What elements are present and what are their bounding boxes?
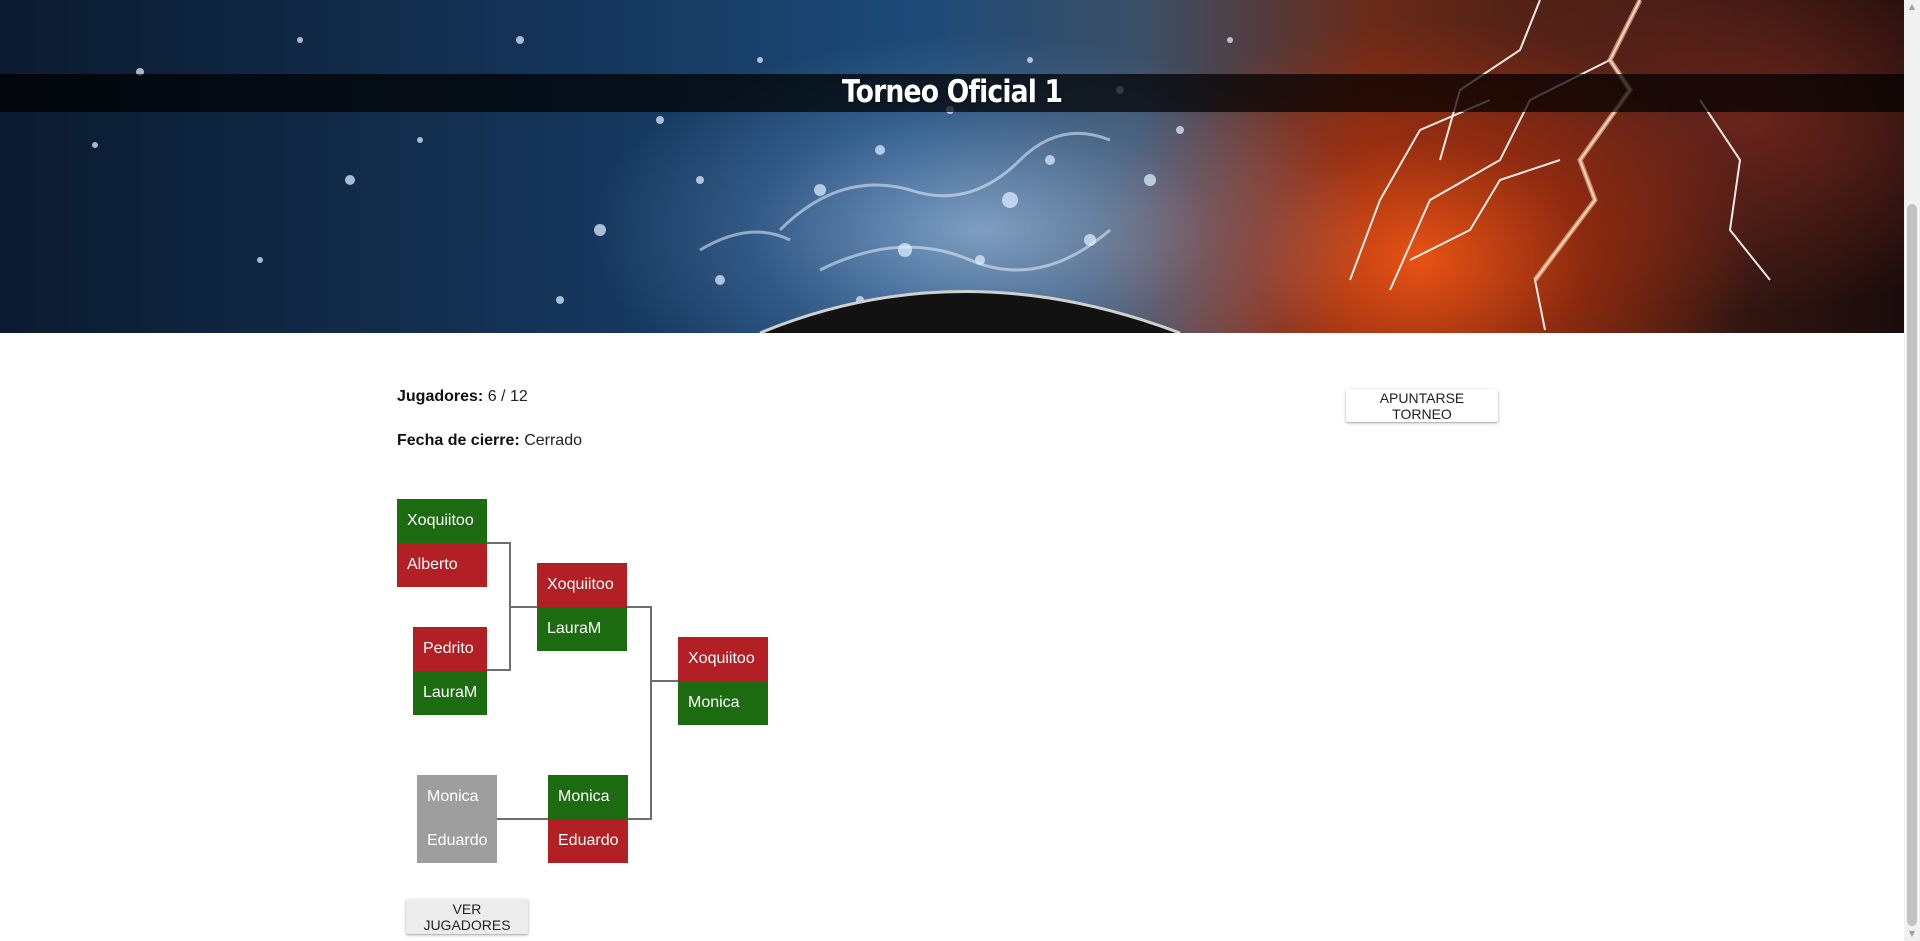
- banner-splash-lightning-art: [92, 0, 1771, 333]
- bracket-player-slot: Eduardo: [548, 819, 628, 863]
- scroll-down-arrow-icon[interactable]: ▼: [1904, 927, 1920, 941]
- close-date-label: Fecha de cierre:: [397, 432, 520, 449]
- view-players-button[interactable]: VER JUGADORES: [406, 899, 528, 934]
- page-scrollbar[interactable]: ▲ ▼: [1904, 0, 1920, 941]
- players-label: Jugadores:: [397, 388, 484, 405]
- tournament-title: Torneo Oficial 1: [841, 74, 1063, 110]
- bracket-player-slot: Monica: [678, 681, 768, 725]
- join-tournament-button[interactable]: APUNTARSE TORNEO: [1346, 389, 1498, 422]
- bracket-player-slot: Pedrito: [413, 627, 487, 671]
- scroll-up-arrow-icon[interactable]: ▲: [1904, 0, 1920, 14]
- connector-r2m1: [627, 606, 678, 682]
- close-date-value: Cerrado: [524, 432, 582, 449]
- bracket-player-slot: Monica: [417, 775, 497, 819]
- bracket-match-r1-3: Monica Eduardo: [417, 775, 497, 863]
- players-count-line: Jugadores: 6 / 12: [397, 388, 528, 406]
- bracket-player-slot: Xoquiitoo: [397, 499, 487, 543]
- bracket-player-slot: LauraM: [537, 607, 627, 651]
- bracket-player-slot: LauraM: [413, 671, 487, 715]
- bracket-match-r1-2: Pedrito LauraM: [413, 627, 487, 715]
- bracket-player-slot: Monica: [548, 775, 628, 819]
- bracket-player-slot: Eduardo: [417, 819, 497, 863]
- players-value: 6 / 12: [487, 388, 528, 405]
- bracket-match-r2-1: Xoquiitoo LauraM: [537, 563, 627, 651]
- scrollbar-thumb[interactable]: [1907, 204, 1917, 926]
- bracket-player-slot: Xoquiitoo: [537, 563, 627, 607]
- connector-r1m2: [487, 607, 511, 671]
- bracket-match-r1-1: Xoquiitoo Alberto: [397, 499, 487, 587]
- bracket-match-final: Xoquiitoo Monica: [678, 637, 768, 725]
- tournament-banner: Torneo Oficial 1: [0, 0, 1904, 333]
- close-date-line: Fecha de cierre: Cerrado: [397, 432, 582, 450]
- bracket-player-slot: Xoquiitoo: [678, 637, 768, 681]
- connector-r2m2: [628, 681, 652, 820]
- bracket-match-r2-2: Monica Eduardo: [548, 775, 628, 863]
- connector-r1m1: [487, 542, 537, 608]
- bracket-player-slot: Alberto: [397, 543, 487, 587]
